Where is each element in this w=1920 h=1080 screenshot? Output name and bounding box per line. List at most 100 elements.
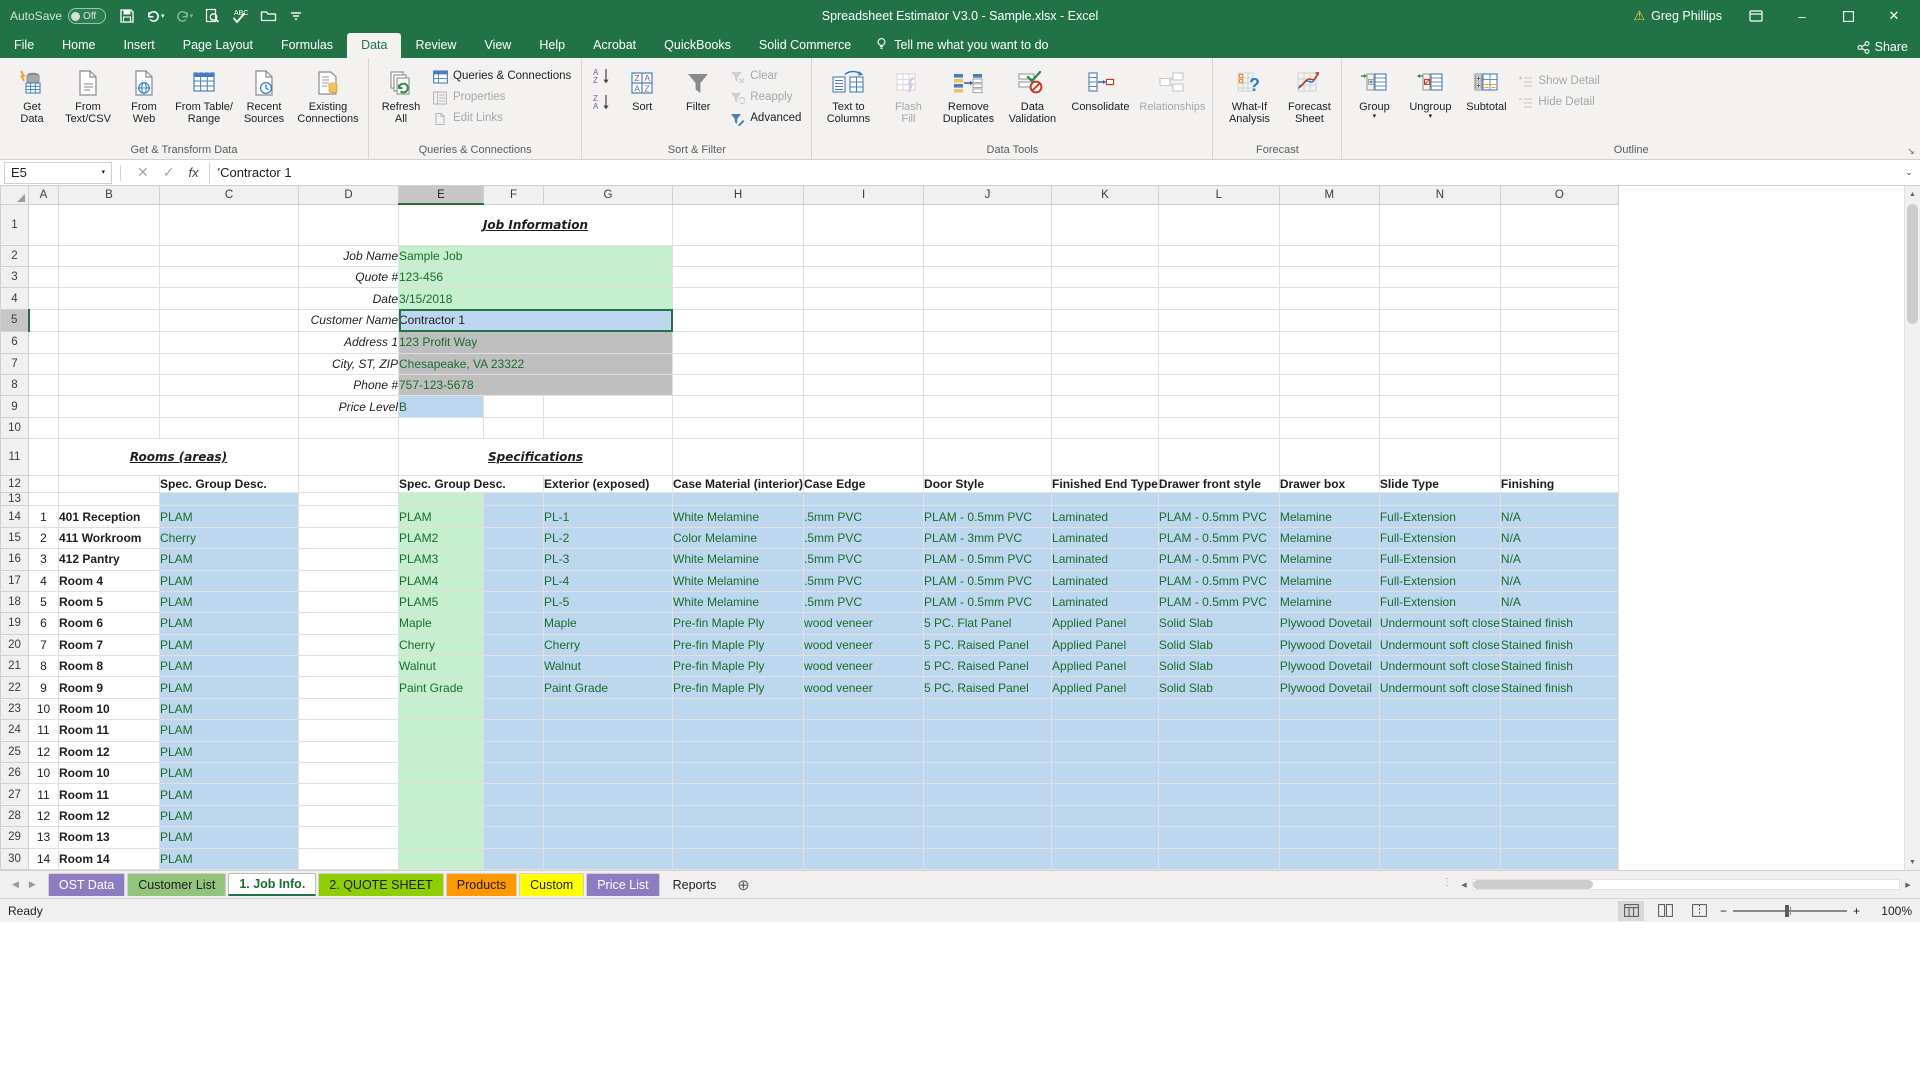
spec-finished-end[interactable] — [1051, 741, 1159, 764]
cell-D30[interactable] — [298, 848, 399, 870]
spec-finished-end[interactable]: Applied Panel — [1051, 676, 1159, 699]
sheet-nav-arrows[interactable]: ◀ ▶ — [0, 879, 48, 890]
spec-group[interactable] — [398, 805, 484, 828]
cell-D10[interactable] — [298, 417, 399, 440]
spec-drawer-box[interactable]: Melamine — [1279, 527, 1380, 550]
cell-D11[interactable] — [298, 438, 399, 476]
table-row[interactable]: 24 11 Room 11 PLAM — [0, 719, 1619, 742]
cell-B5[interactable] — [58, 309, 160, 333]
cell-A5[interactable] — [28, 309, 59, 333]
room-number[interactable]: 6 — [28, 612, 59, 635]
spec-slide-type[interactable] — [1379, 719, 1501, 742]
room-name[interactable]: Room 11 — [58, 783, 160, 806]
cell-D19[interactable] — [298, 612, 399, 635]
save-icon[interactable] — [114, 3, 140, 29]
ribbon-tab-solid-commerce[interactable]: Solid Commerce — [745, 33, 865, 58]
spec-drawer-box[interactable]: Plywood Dovetail — [1279, 655, 1380, 678]
spec-drawer-front[interactable] — [1158, 805, 1280, 828]
label-job-name[interactable]: Job Name — [298, 245, 399, 267]
sheet-tab-customer-list[interactable]: Customer List — [127, 873, 227, 896]
quick-access-toolbar[interactable]: AutoSave Off ▾ ▾ ABC — [0, 3, 309, 29]
room-number[interactable]: 12 — [28, 805, 59, 828]
cell-D15[interactable] — [298, 527, 399, 550]
table-row[interactable]: 14 1 401 Reception PLAM PLAM PL-1 White Melami… — [0, 505, 1619, 528]
spec-drawer-front[interactable]: Solid Slab — [1158, 655, 1280, 678]
value-job-name[interactable]: Sample Job — [398, 244, 673, 267]
spec-finishing[interactable] — [1500, 762, 1619, 785]
room-number[interactable]: 1 — [28, 505, 59, 528]
customize-qat-icon[interactable] — [283, 3, 309, 29]
cell-K11[interactable] — [1051, 438, 1159, 476]
label-date[interactable]: Date — [298, 287, 399, 310]
label-quote-number[interactable]: Quote # — [298, 266, 399, 289]
spec-drawer-front[interactable]: Solid Slab — [1158, 634, 1280, 657]
spec-case-edge[interactable]: wood veneer — [803, 612, 925, 635]
room-number[interactable]: 10 — [28, 762, 59, 785]
cell-K5[interactable] — [1051, 309, 1159, 333]
room-name[interactable]: Room 10 — [58, 698, 160, 721]
sheet-tab-custom[interactable]: Custom — [519, 873, 585, 896]
cell-K2[interactable] — [1051, 245, 1159, 267]
spec-exterior[interactable] — [543, 848, 673, 870]
table-row[interactable]: 28 12 Room 12 PLAM — [0, 804, 1619, 828]
cell-C4[interactable] — [159, 287, 299, 310]
zoom-knob[interactable] — [1785, 904, 1790, 917]
spec-finished-end[interactable] — [1051, 805, 1159, 828]
cell-N6[interactable] — [1379, 331, 1501, 354]
spec-finishing[interactable]: N/A — [1500, 570, 1619, 592]
room-spec-group[interactable]: PLAM — [159, 570, 299, 592]
spec-slide-type[interactable] — [1379, 826, 1501, 849]
spec-drawer-box[interactable] — [1279, 762, 1380, 785]
spec-slide-type[interactable]: Full-Extension — [1379, 505, 1501, 528]
spec-case-material[interactable] — [672, 741, 805, 764]
spec-blank[interactable] — [483, 548, 544, 571]
spec-slide-type[interactable]: Undermount soft close — [1379, 612, 1501, 635]
cell-I4[interactable] — [803, 287, 925, 310]
spec-finishing[interactable]: Stained finish — [1500, 676, 1619, 699]
spec-finished-end[interactable]: Applied Panel — [1051, 634, 1159, 657]
spec-drawer-box[interactable] — [1279, 698, 1380, 721]
spec-case-edge[interactable] — [803, 741, 925, 764]
cell-F10[interactable] — [483, 417, 544, 440]
value-city-state-zip[interactable]: Chesapeake, VA 23322 — [398, 353, 673, 375]
cell-D23[interactable] — [298, 698, 399, 721]
spec-case-edge[interactable] — [803, 719, 925, 742]
cell-B1[interactable] — [58, 204, 160, 246]
spec-blank[interactable] — [483, 612, 544, 635]
room-spec-group[interactable]: PLAM — [159, 783, 299, 806]
value-address-1[interactable]: 123 Profit Way — [398, 331, 673, 354]
cell-I2[interactable] — [803, 245, 925, 267]
horizontal-scrollbar[interactable]: ◀ ▶ — [1456, 876, 1916, 893]
cell-I6[interactable] — [803, 331, 925, 354]
column-header-N[interactable]: N — [1378, 186, 1501, 205]
header-finishing[interactable]: Finishing — [1500, 475, 1619, 494]
cell-C3[interactable] — [159, 266, 299, 289]
label-customer-name[interactable]: Customer Name — [298, 309, 399, 333]
spec-exterior[interactable] — [543, 762, 673, 785]
cell-H11[interactable] — [672, 438, 805, 476]
room-spec-group[interactable]: PLAM — [159, 741, 299, 764]
refresh-all-button[interactable]: Refresh All — [373, 63, 429, 128]
spec-door-style[interactable]: PLAM - 0.5mm PVC — [923, 548, 1053, 571]
header-exterior[interactable]: Exterior (exposed) — [543, 475, 673, 494]
header-spec-group[interactable]: Spec. Group Desc. — [398, 475, 544, 494]
cell-H4[interactable] — [672, 287, 805, 310]
sheet-tab-job-info[interactable]: 1. Job Info. — [228, 873, 317, 896]
spec-group[interactable]: Paint Grade — [398, 676, 484, 699]
cell-M8[interactable] — [1279, 374, 1380, 397]
cell-M7[interactable] — [1279, 353, 1380, 375]
cell-H3[interactable] — [672, 266, 805, 289]
cell-D21[interactable] — [298, 655, 399, 678]
add-sheet-icon[interactable]: ⊕ — [729, 876, 757, 894]
value-price-level[interactable]: B — [398, 395, 484, 418]
cell-J9[interactable] — [923, 395, 1053, 418]
cell-D27[interactable] — [298, 783, 399, 806]
open-icon[interactable] — [255, 3, 281, 29]
spec-drawer-front[interactable]: PLAM - 0.5mm PVC — [1158, 505, 1280, 528]
advanced-filter-button[interactable]: Advanced — [726, 108, 807, 129]
page-break-preview-button[interactable] — [1686, 901, 1712, 921]
room-name[interactable]: Room 4 — [58, 570, 160, 592]
cell-K6[interactable] — [1051, 331, 1159, 354]
cell-A6[interactable] — [28, 331, 59, 354]
cell-N4[interactable] — [1379, 287, 1501, 310]
